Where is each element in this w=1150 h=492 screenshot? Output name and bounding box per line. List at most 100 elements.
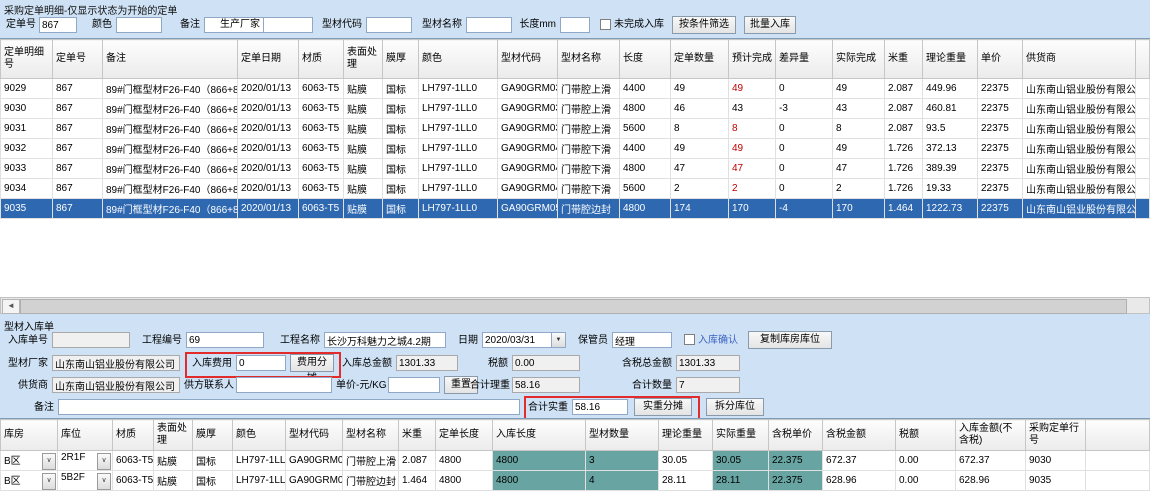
supplier-contact-input[interactable] — [236, 377, 332, 393]
cell[interactable]: 372.13 — [923, 139, 978, 159]
cell[interactable]: 49 — [671, 139, 729, 159]
cell[interactable]: 2.087 — [399, 451, 436, 471]
manufacturer-filter-input[interactable] — [263, 17, 313, 33]
cell[interactable]: 国标 — [383, 179, 419, 199]
cell[interactable]: 国标 — [383, 199, 419, 219]
dropdown-arrow-icon[interactable]: ∨ — [42, 473, 56, 490]
column-header[interactable]: 型材名称 — [343, 420, 399, 451]
cell[interactable]: 867 — [53, 79, 103, 99]
cell[interactable]: 9031 — [1, 119, 53, 139]
cell[interactable]: 门带腔下滑 — [558, 159, 620, 179]
color-input[interactable] — [116, 17, 162, 33]
cell[interactable]: 贴膜 — [154, 471, 193, 491]
cell[interactable]: 0 — [776, 159, 833, 179]
cell[interactable]: 贴膜 — [344, 119, 383, 139]
cell[interactable]: 9035 — [1, 199, 53, 219]
tax-input[interactable] — [512, 355, 580, 371]
cell[interactable]: 1222.73 — [923, 199, 978, 219]
cell[interactable]: 山东南山铝业股份有限公司 — [1023, 139, 1136, 159]
column-header[interactable]: 型材代码 — [498, 40, 558, 79]
table-row[interactable]: 903086789#门框型材F26-F40（866+867）2020/01/13… — [1, 99, 1150, 119]
cell[interactable]: 628.96 — [823, 471, 896, 491]
cell[interactable]: 贴膜 — [344, 139, 383, 159]
cell[interactable]: 门带腔上滑 — [558, 79, 620, 99]
column-header[interactable]: 型材名称 — [558, 40, 620, 79]
cell[interactable]: 43 — [729, 99, 776, 119]
cell[interactable]: LH797-1LL0 — [233, 471, 286, 491]
cell[interactable]: 山东南山铝业股份有限公司 — [1023, 119, 1136, 139]
column-header[interactable]: 表面处理 — [344, 40, 383, 79]
cell[interactable]: 89#门框型材F26-F40（866+867） — [103, 79, 238, 99]
cell[interactable]: 47 — [729, 159, 776, 179]
cell[interactable]: 22375 — [978, 179, 1023, 199]
cell[interactable]: 867 — [53, 139, 103, 159]
cell[interactable]: 国标 — [383, 99, 419, 119]
cell[interactable]: 2020/01/13 — [238, 79, 299, 99]
cell[interactable]: 174 — [671, 199, 729, 219]
cell[interactable]: 6063-T5 — [299, 199, 344, 219]
column-header[interactable]: 实际重量 — [713, 420, 769, 451]
cell[interactable]: 贴膜 — [344, 79, 383, 99]
cell[interactable]: 贴膜 — [344, 99, 383, 119]
split-location-button[interactable]: 拆分库位 — [706, 398, 764, 416]
manufacturer-input[interactable] — [52, 355, 180, 371]
total-amount-input[interactable] — [396, 355, 458, 371]
cell[interactable]: 2020/01/13 — [238, 159, 299, 179]
cell[interactable]: 867 — [53, 179, 103, 199]
cell[interactable]: GA90GRM03 — [498, 79, 558, 99]
cell[interactable]: 9035 — [1026, 471, 1086, 491]
cell[interactable]: 449.96 — [923, 79, 978, 99]
column-header[interactable]: 定单明细号 — [1, 40, 53, 79]
table-row[interactable]: 902986789#门框型材F26-F40（866+867）2020/01/13… — [1, 79, 1150, 99]
cell[interactable]: 22375 — [978, 99, 1023, 119]
cell[interactable]: 47 — [833, 159, 885, 179]
cell[interactable]: 170 — [833, 199, 885, 219]
table-row[interactable]: 903386789#门框型材F26-F40（866+867）2020/01/13… — [1, 159, 1150, 179]
cell[interactable]: 49 — [729, 79, 776, 99]
cell[interactable]: GA90GRM03 — [286, 451, 343, 471]
cell[interactable]: 22375 — [978, 119, 1023, 139]
cell[interactable]: 1.464 — [399, 471, 436, 491]
supplier-input[interactable] — [52, 377, 180, 393]
cell[interactable]: 0 — [776, 79, 833, 99]
cell[interactable]: 43 — [833, 99, 885, 119]
cell[interactable]: 8 — [833, 119, 885, 139]
dropdown-arrow-icon[interactable]: ∨ — [97, 473, 111, 490]
cell[interactable]: 1.726 — [885, 139, 923, 159]
cell[interactable]: LH797-1LL0 — [419, 79, 498, 99]
column-header[interactable]: 定单数量 — [671, 40, 729, 79]
cell[interactable]: 5600 — [620, 179, 671, 199]
inbound-no-input[interactable] — [52, 332, 130, 348]
cell[interactable]: 22375 — [978, 79, 1023, 99]
column-header[interactable]: 颜色 — [233, 420, 286, 451]
column-header[interactable]: 理论重量 — [659, 420, 713, 451]
cell[interactable]: 2020/01/13 — [238, 99, 299, 119]
cell[interactable]: 89#门框型材F26-F40（866+867） — [103, 139, 238, 159]
cell[interactable]: 6063-T5 — [113, 471, 154, 491]
cell[interactable]: 4800 — [493, 471, 586, 491]
column-header[interactable]: 库房 — [1, 420, 58, 451]
cell[interactable]: 2.087 — [885, 79, 923, 99]
cell[interactable]: 5B2F∨ — [58, 471, 113, 491]
cell[interactable]: 6063-T5 — [299, 139, 344, 159]
cell[interactable]: 门带腔下滑 — [558, 179, 620, 199]
cell[interactable]: LH797-1LL0 — [419, 159, 498, 179]
cell[interactable]: 460.81 — [923, 99, 978, 119]
cell[interactable]: 门带腔下滑 — [558, 139, 620, 159]
unit-price-input[interactable] — [388, 377, 440, 393]
table-row[interactable]: 903186789#门框型材F26-F40（866+867）2020/01/13… — [1, 119, 1150, 139]
column-header[interactable]: 膜厚 — [193, 420, 233, 451]
column-header[interactable]: 长度 — [620, 40, 671, 79]
copy-location-button[interactable]: 复制库房库位 — [748, 331, 832, 349]
table-row[interactable]: B区∨5B2F∨6063-T5贴膜国标LH797-1LL0GA90GRM05门带… — [1, 471, 1150, 491]
tax-total-input[interactable] — [676, 355, 740, 371]
cell[interactable]: 2.087 — [885, 119, 923, 139]
cell[interactable]: 4800 — [436, 471, 493, 491]
cell[interactable]: GA90GRM04 — [498, 159, 558, 179]
column-header[interactable]: 入库长度 — [493, 420, 586, 451]
cell[interactable]: 0.00 — [896, 451, 956, 471]
table-row[interactable]: B区∨2R1F∨6063-T5贴膜国标LH797-1LL0GA90GRM03门带… — [1, 451, 1150, 471]
cell[interactable]: 4800 — [620, 199, 671, 219]
column-header[interactable]: 型材代码 — [286, 420, 343, 451]
theory-weight-input[interactable] — [512, 377, 580, 393]
